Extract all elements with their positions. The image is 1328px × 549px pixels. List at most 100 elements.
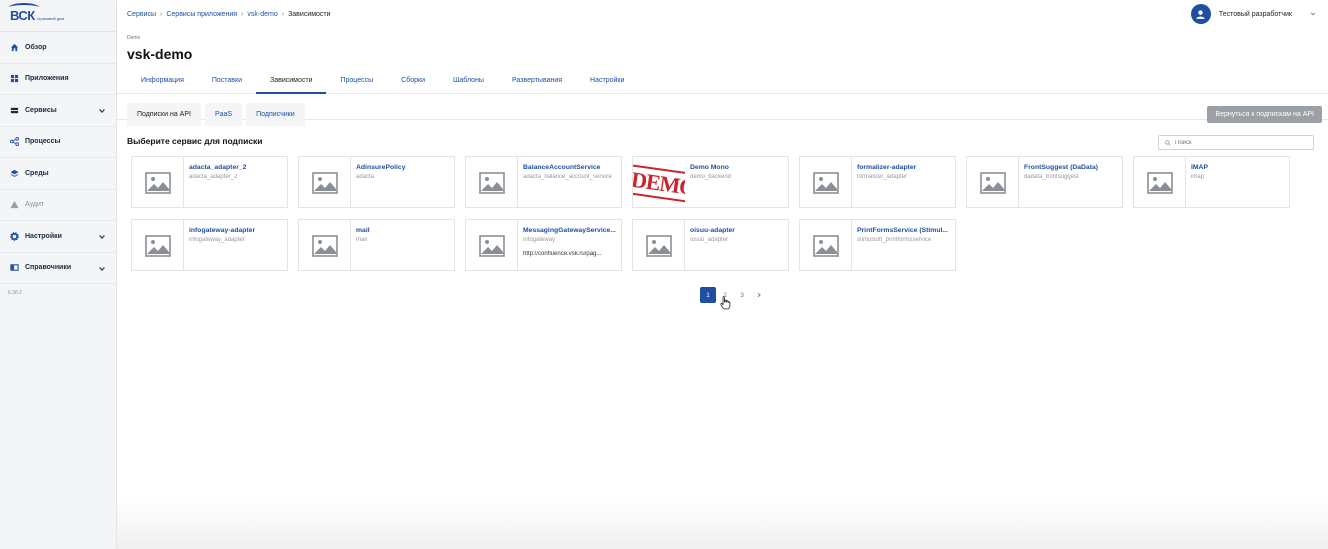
service-card[interactable]: DEMO Demo Mono demo_backend [632, 156, 789, 208]
chevron-down-icon[interactable] [98, 233, 106, 241]
image-placeholder-icon [299, 157, 351, 207]
breadcrumb-current: Зависимости [288, 11, 331, 18]
subtabs: Подписки на API PaaS Подписчики [127, 103, 305, 126]
demo-stamp-text: DEMO [633, 164, 685, 204]
service-card[interactable]: BalanceAccountService adacta_balance_acc… [465, 156, 622, 208]
sidebar-item-apps[interactable]: Приложения [0, 64, 116, 95]
user-icon [1196, 9, 1205, 19]
service-name[interactable]: AdinsurePolicy [356, 164, 450, 171]
services-icon [10, 106, 19, 115]
service-card[interactable]: AdinsurePolicy adacta [298, 156, 455, 208]
chevron-down-icon[interactable] [98, 265, 106, 273]
service-card[interactable]: formalizer-adapter formalizer_adapter [799, 156, 956, 208]
subtab-api-subscriptions[interactable]: Подписки на API [127, 103, 201, 126]
service-name[interactable]: IMAP [1191, 164, 1285, 171]
tab-settings[interactable]: Настройки [576, 66, 638, 94]
page-button-3[interactable]: 3 [734, 287, 750, 303]
logo-subtitle: страховой дом [36, 16, 65, 21]
breadcrumb-vsk-demo[interactable]: vsk-demo [247, 11, 277, 18]
breadcrumb: Сервисы › Сервисы приложения › vsk-demo … [127, 11, 331, 18]
service-code: stimulsoft_printformsservice [857, 237, 932, 243]
image-placeholder-icon [132, 157, 184, 207]
avatar[interactable] [1190, 4, 1211, 24]
demo-stamp-image: DEMO [633, 157, 685, 207]
process-icon [10, 137, 19, 147]
subtab-paas[interactable]: PaaS [204, 103, 243, 126]
layers-icon [10, 169, 19, 178]
service-name[interactable]: formalizer-adapter [857, 164, 951, 171]
service-card[interactable]: PrintFormsService (Stimul... stimulsoft_… [799, 219, 956, 271]
sidebar-item-references[interactable]: Справочники [0, 253, 116, 284]
service-name[interactable]: PrintFormsService (Stimul... [857, 227, 951, 234]
apps-grid-icon [10, 74, 19, 83]
service-card[interactable]: FrontSuggest (DaData) dadata_frontsugges… [966, 156, 1123, 208]
subtab-subscribers[interactable]: Подписчики [246, 103, 305, 126]
chevron-right-icon [757, 292, 761, 298]
service-code: adacta_balance_account_service [523, 174, 613, 180]
tab-templates[interactable]: Шаблоны [439, 66, 498, 94]
sidebar: ВСК страховой дом Обзор Приложения Серви… [0, 0, 117, 549]
sidebar-item-audit[interactable]: Аудит [0, 190, 116, 221]
hand-cursor-icon [720, 296, 731, 310]
breadcrumb-app-services[interactable]: Сервисы приложения [166, 11, 237, 18]
service-name[interactable]: mail [356, 227, 450, 234]
next-page-button[interactable] [751, 287, 767, 303]
home-icon [10, 43, 19, 52]
service-card[interactable]: adacta_adapter_2 adacta_adapter_2 [131, 156, 288, 208]
section-title: Выберите сервис для подписки [127, 136, 263, 146]
sidebar-item-label: Приложения [25, 75, 69, 83]
service-name[interactable]: adacta_adapter_2 [189, 164, 283, 171]
tab-deliveries[interactable]: Поставки [198, 66, 256, 94]
sidebar-item-label: Сервисы [25, 106, 57, 114]
user-menu[interactable]: Тестовый разработчик [1190, 4, 1316, 24]
service-code: infogateway [523, 237, 556, 243]
service-code: adacta [356, 174, 375, 180]
tab-builds[interactable]: Сборки [387, 66, 439, 94]
breadcrumb-services[interactable]: Сервисы [127, 11, 156, 18]
sidebar-item-label: Настройки [25, 232, 62, 240]
service-card[interactable]: oisuu-adapter oisuu_adapter [632, 219, 789, 271]
service-name[interactable]: MessagingGatewayService... [523, 227, 617, 234]
sidebar-item-settings[interactable]: Настройки [0, 221, 116, 253]
service-name[interactable]: Demo Mono [690, 164, 784, 171]
tab-deployments[interactable]: Развертывания [498, 66, 576, 94]
image-placeholder-icon [633, 220, 685, 270]
search-input[interactable] [1175, 139, 1305, 146]
search-field[interactable] [1158, 135, 1314, 150]
image-placeholder-icon [466, 157, 518, 207]
sidebar-item-label: Процессы [25, 138, 61, 146]
chevron-down-icon[interactable] [98, 107, 106, 115]
service-card[interactable]: MessagingGatewayService... infogateway h… [465, 219, 622, 271]
service-code: infogateway_adapter [189, 237, 245, 243]
service-name[interactable]: infogateway-adapter [189, 227, 283, 234]
logo[interactable]: ВСК страховой дом [0, 0, 116, 32]
sidebar-item-overview[interactable]: Обзор [0, 32, 116, 64]
service-link[interactable]: http://confluence.vsk.ru/pag... [523, 251, 617, 257]
page-button-1[interactable]: 1 [700, 287, 716, 303]
service-code: dadata_frontsuggest [1024, 174, 1079, 180]
service-card[interactable]: infogateway-adapter infogateway_adapter [131, 219, 288, 271]
service-name[interactable]: FrontSuggest (DaData) [1024, 164, 1118, 171]
service-code: mail [356, 237, 368, 243]
chevron-down-icon[interactable] [1310, 11, 1316, 17]
service-code: formalizer_adapter [857, 174, 908, 180]
back-to-subscriptions-button[interactable]: Вернуться к подпискам на API [1207, 106, 1322, 123]
sidebar-item-processes[interactable]: Процессы [0, 127, 116, 158]
sidebar-item-label: Среды [25, 169, 49, 177]
tab-processes[interactable]: Процессы [326, 66, 387, 94]
app-label: Demo [127, 35, 141, 41]
search-icon [1165, 139, 1171, 146]
sidebar-item-services[interactable]: Сервисы [0, 95, 116, 127]
service-card[interactable]: mail mail [298, 219, 455, 271]
tab-info[interactable]: Информация [127, 66, 198, 94]
service-code: adacta_adapter_2 [189, 174, 238, 180]
service-name[interactable]: oisuu-adapter [690, 227, 784, 234]
image-placeholder-icon [1134, 157, 1186, 207]
tab-dependencies[interactable]: Зависимости [256, 66, 327, 94]
logo-text: ВСК [9, 3, 39, 23]
main-tabs: Информация Поставки Зависимости Процессы… [127, 66, 638, 94]
user-name[interactable]: Тестовый разработчик [1219, 11, 1292, 18]
sidebar-item-environments[interactable]: Среды [0, 158, 116, 190]
service-name[interactable]: BalanceAccountService [523, 164, 617, 171]
service-card[interactable]: IMAP imap [1133, 156, 1290, 208]
